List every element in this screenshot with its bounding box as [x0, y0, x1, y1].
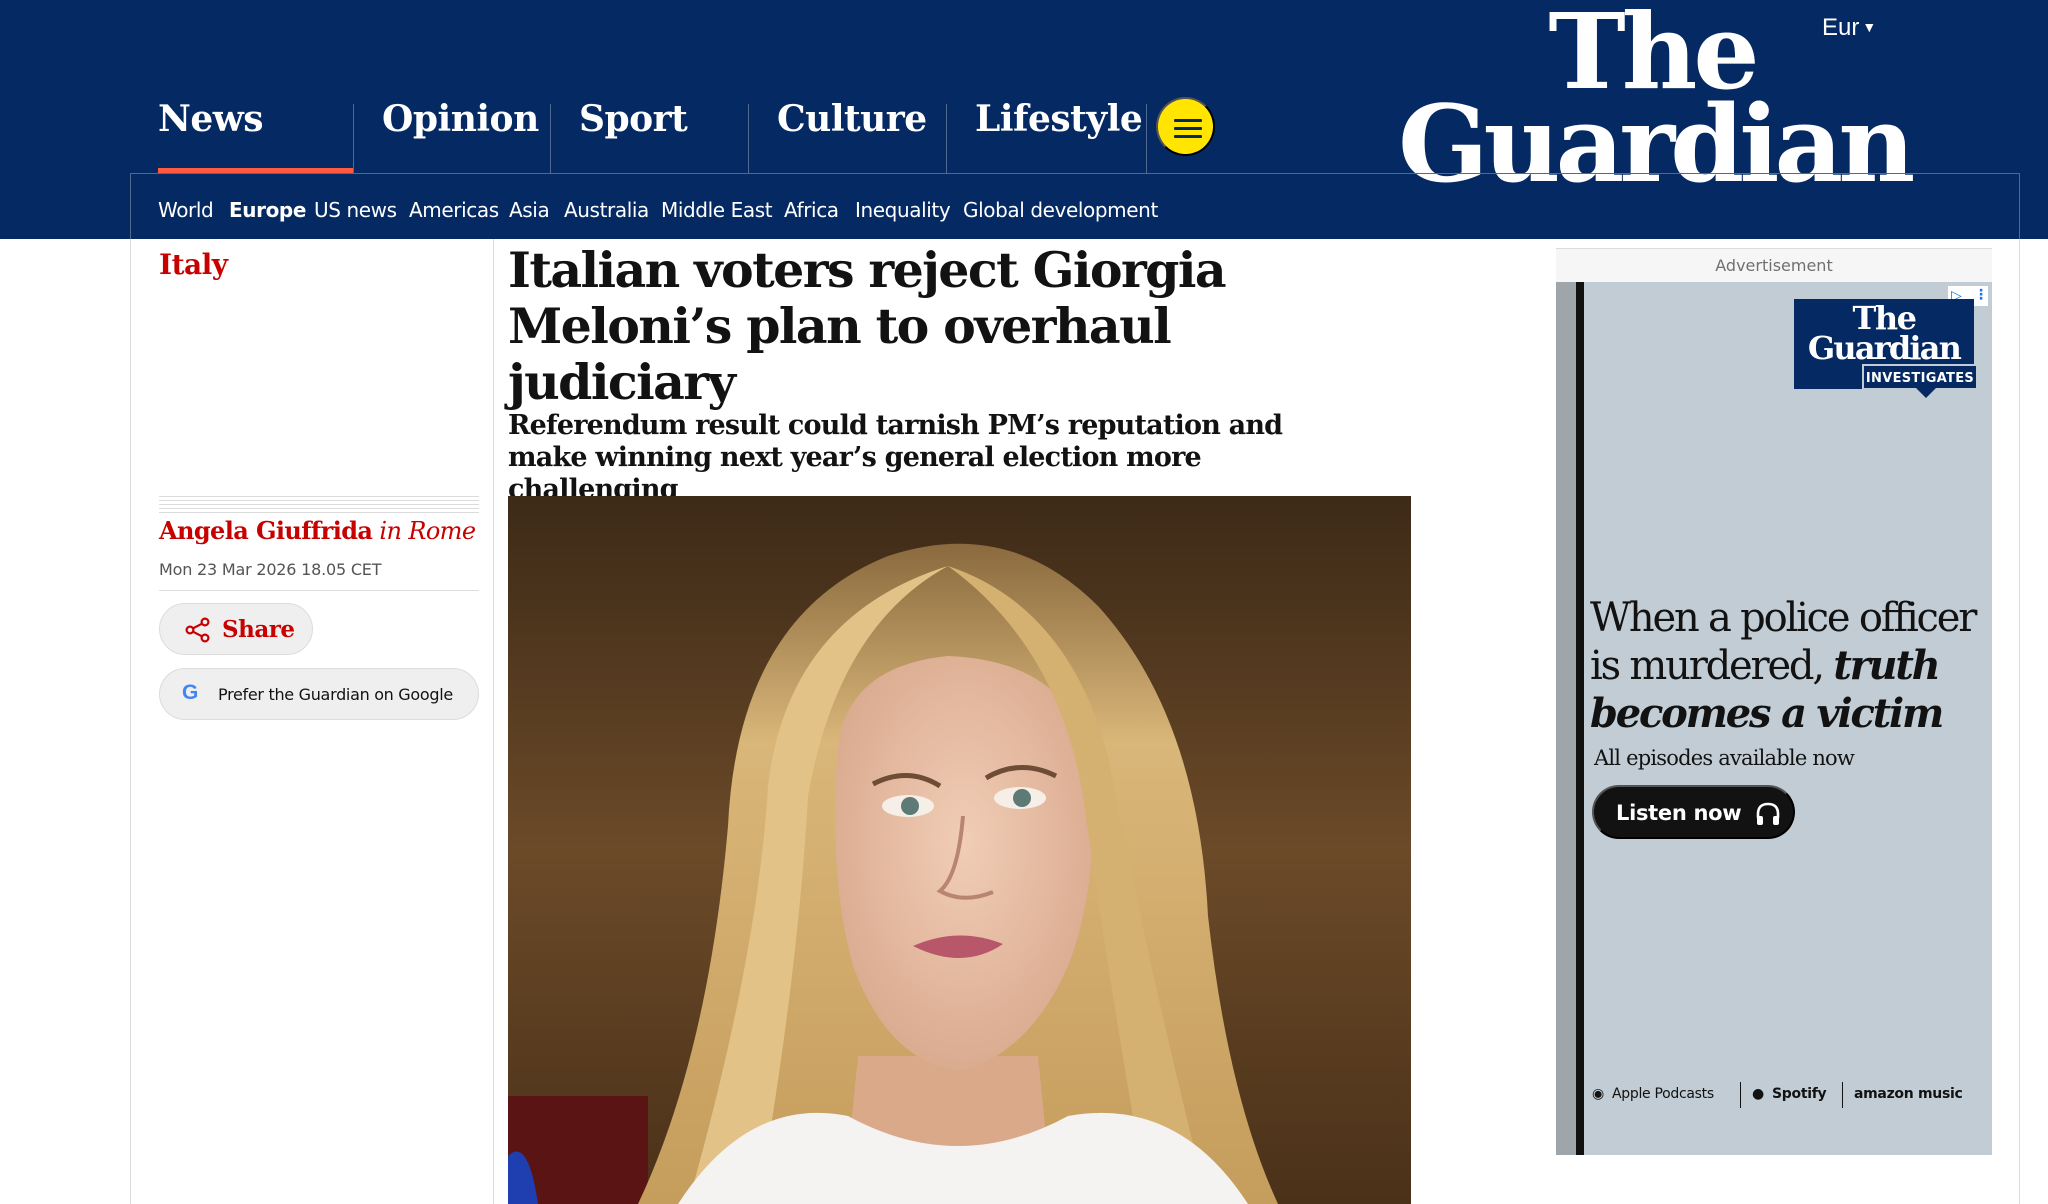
listen-now-label: Listen now — [1616, 801, 1742, 825]
meta-divider — [159, 508, 479, 509]
headline: Italian voters reject Giorgia Meloni’s p… — [508, 241, 1227, 411]
meta-divider — [159, 512, 479, 513]
pillar-sport[interactable]: Sport — [550, 101, 748, 174]
ad-headline: When a police officer is murdered, truth… — [1590, 594, 1990, 738]
pillar-divider — [1146, 104, 1147, 174]
subnav-us-news[interactable]: US news — [314, 198, 397, 222]
ad-subtitle: All episodes available now — [1594, 746, 1855, 770]
section-label[interactable]: Italy — [159, 248, 228, 281]
pillar-label: News — [158, 98, 264, 140]
subnav-europe[interactable]: Europe — [229, 198, 306, 222]
portrait-illustration — [508, 496, 1411, 1204]
hamburger-icon-bar — [1174, 127, 1202, 130]
pillar-label: Lifestyle — [975, 98, 1143, 140]
byline-location: in Rome — [379, 517, 476, 545]
google-icon: G — [182, 681, 199, 704]
share-icon — [185, 617, 210, 643]
advertisement-label: Advertisement — [1715, 256, 1833, 275]
pillar-culture[interactable]: Culture — [748, 101, 946, 174]
subnav: World Europe US news Americas Asia Austr… — [130, 173, 2020, 239]
prefer-on-google-label: Prefer the Guardian on Google — [218, 685, 453, 704]
subnav-africa[interactable]: Africa — [784, 198, 839, 222]
pillar-label: Culture — [777, 98, 927, 140]
ad-logo-line-2: Guardian — [1807, 329, 1962, 367]
subnav-americas[interactable]: Americas — [409, 198, 499, 222]
more-options-icon: ⋮ — [1974, 287, 1988, 303]
masthead: Eur ▼ The Guardian News Opinion Sport Cul… — [0, 0, 2048, 239]
dateline[interactable]: Mon 23 Mar 2026 18.05 CET — [159, 560, 381, 579]
pillar-news[interactable]: News — [130, 101, 353, 174]
meta-divider — [159, 496, 479, 497]
prefer-on-google-button[interactable]: G Prefer the Guardian on Google — [159, 668, 479, 720]
subnav-australia[interactable]: Australia — [564, 198, 649, 222]
share-button[interactable]: Share — [159, 603, 313, 655]
platform-separator — [1740, 1082, 1741, 1108]
subnav-global-development[interactable]: Global development — [963, 198, 1158, 222]
author-link[interactable]: Angela Giuffrida — [159, 516, 373, 545]
platform-apple-podcasts: Apple Podcasts — [1612, 1086, 1714, 1102]
menu-button[interactable] — [1156, 97, 1215, 156]
subnav-middle-east[interactable]: Middle East — [661, 198, 773, 222]
hamburger-icon-bar — [1174, 135, 1202, 138]
main-image[interactable] — [508, 496, 1411, 1204]
advertisement-label-bar: Advertisement — [1556, 248, 1992, 282]
ad-film-edge — [1576, 282, 1584, 1155]
byline: Angela Giuffrida in Rome — [159, 516, 476, 545]
meta-divider — [159, 504, 479, 505]
ad-platforms: ◉ Apple Podcasts ● Spotify amazon music — [1592, 1082, 1972, 1110]
pillar-opinion[interactable]: Opinion — [353, 101, 550, 174]
listen-now-button[interactable]: Listen now — [1592, 785, 1795, 839]
page-frame-left — [130, 239, 131, 1204]
share-label: Share — [222, 616, 295, 643]
standfirst: Referendum result could tarnish PM’s rep… — [508, 410, 1283, 505]
hamburger-icon — [1174, 119, 1202, 122]
platform-amazon-music: amazon music — [1854, 1086, 1963, 1102]
pillar-label: Sport — [579, 98, 688, 140]
headphones-icon — [1756, 802, 1780, 825]
advertisement[interactable]: ▷ ⋮ The Guardian INVESTIGATES When a pol… — [1556, 282, 1992, 1155]
column-divider — [493, 239, 494, 1204]
meta-divider — [159, 500, 479, 501]
spotify-icon: ● — [1752, 1086, 1764, 1102]
subnav-asia[interactable]: Asia — [509, 198, 550, 222]
page-frame-right — [2019, 239, 2020, 1204]
subnav-inequality[interactable]: Inequality — [855, 198, 951, 222]
pillar-label: Opinion — [382, 98, 539, 140]
meta-divider — [159, 590, 479, 591]
platform-separator — [1842, 1082, 1843, 1108]
apple-podcasts-icon: ◉ — [1592, 1086, 1604, 1102]
platform-spotify: Spotify — [1772, 1086, 1827, 1102]
ad-logo-tag: INVESTIGATES — [1862, 364, 1978, 390]
subnav-world[interactable]: World — [158, 198, 214, 222]
guardian-logo[interactable]: The Guardian — [1398, 0, 1915, 197]
pillar-lifestyle[interactable]: Lifestyle — [946, 101, 1146, 174]
ad-logo-notch — [1916, 388, 1936, 398]
